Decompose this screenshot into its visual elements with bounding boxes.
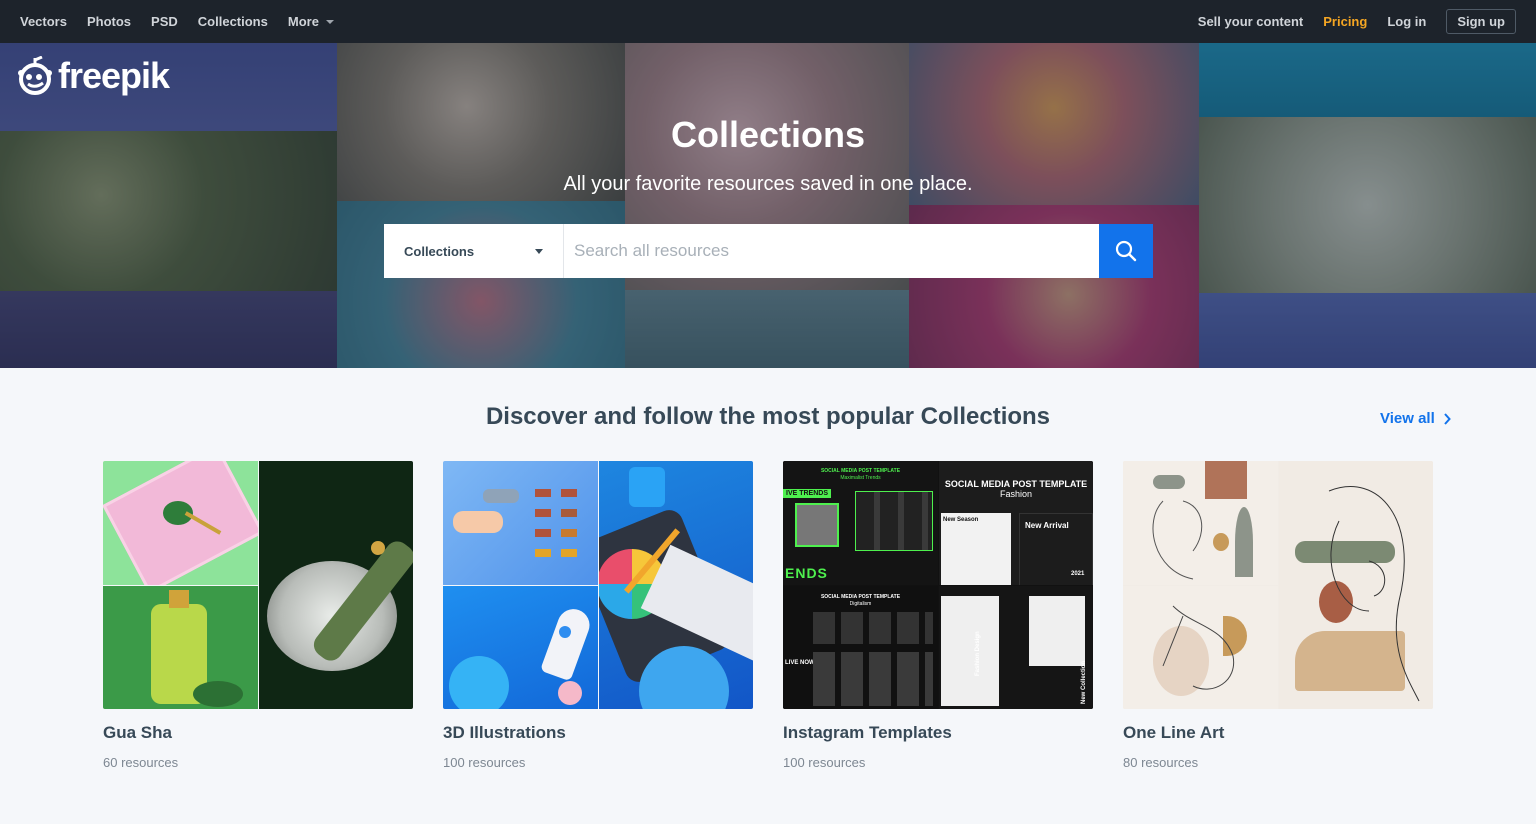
template-label: New Collection (1081, 660, 1087, 704)
search-bar: Collections (384, 224, 1153, 278)
logo-wordmark: freepik (58, 55, 170, 96)
thumbnail-image (103, 461, 258, 585)
collection-count: 100 resources (783, 755, 866, 770)
thumbnail-image: SOCIAL MEDIA POST TEMPLATE Maximalist Tr… (783, 461, 938, 585)
line-art-drawing (1162, 605, 1235, 690)
thumbnail-image (599, 461, 753, 709)
collection-card-instagram-templates[interactable]: SOCIAL MEDIA POST TEMPLATE Maximalist Tr… (783, 461, 1093, 770)
collection-name: 3D Illustrations (443, 723, 566, 742)
hero-banner: freepik Collections All your favorite re… (0, 43, 1536, 368)
thumbnail-image (443, 586, 598, 709)
section-title: Discover and follow the most popular Col… (485, 403, 1051, 430)
nav-photos[interactable]: Photos (87, 14, 131, 29)
template-label: New Season (943, 517, 979, 523)
collection-name: Gua Sha (103, 723, 172, 742)
template-photo (813, 652, 933, 706)
collection-count: 100 resources (443, 755, 526, 770)
collections-list: Gua Sha 60 resources 3D Illustrations 10… (103, 461, 1433, 770)
template-title: SOCIAL MEDIA POST TEMPLATE (820, 468, 901, 474)
collection-card-gua-sha[interactable]: Gua Sha 60 resources (103, 461, 413, 770)
template-tag: IVE TRENDS (783, 489, 832, 498)
collection-thumbnail (103, 461, 413, 709)
view-all-link[interactable]: View all (1380, 410, 1451, 427)
collection-thumbnail (443, 461, 753, 709)
nav-more[interactable]: More (288, 14, 334, 29)
caret-down-icon (325, 20, 334, 24)
page-title: Collections (670, 114, 866, 155)
search-icon (1115, 240, 1137, 262)
template-subtitle: Digitalism (849, 601, 872, 607)
thumbnail-image: Fashion Design New Collection (939, 586, 1093, 709)
search-button[interactable] (1099, 224, 1153, 278)
template-title: SOCIAL MEDIA POST TEMPLATE (944, 479, 1088, 489)
nav-psd[interactable]: PSD (151, 14, 178, 29)
thumbnail-image (103, 586, 258, 709)
collection-thumbnail (1123, 461, 1433, 709)
thumbnail-image: SOCIAL MEDIA POST TEMPLATE Fashion New S… (939, 461, 1093, 585)
view-all-label: View all (1380, 410, 1435, 427)
line-art-drawing (1152, 500, 1203, 580)
thumbnail-image: SOCIAL MEDIA POST TEMPLATE Digitalism LI… (783, 586, 938, 709)
collection-card-one-line-art[interactable]: One Line Art 80 resources (1123, 461, 1433, 770)
collection-count: 60 resources (103, 755, 179, 770)
collection-name: One Line Art (1123, 723, 1225, 742)
template-photo (855, 491, 933, 551)
collection-card-3d-illustrations[interactable]: 3D Illustrations 100 resources (443, 461, 753, 770)
page-subtitle: All your favorite resources saved in one… (563, 173, 973, 195)
template-photo (813, 612, 933, 644)
nav-vectors[interactable]: Vectors (20, 14, 67, 29)
search-input[interactable] (564, 224, 1099, 278)
search-category-label: Collections (404, 243, 475, 259)
template-label: Fashion Design (975, 631, 981, 676)
template-photo (941, 513, 1011, 585)
template-label: LIVE NOW (785, 660, 815, 666)
template-title: SOCIAL MEDIA POST TEMPLATE (820, 594, 901, 600)
template-subtitle: Maximalist Trends (840, 475, 881, 481)
template-photo (1029, 596, 1085, 666)
sell-content-link[interactable]: Sell your content (1198, 14, 1303, 29)
pricing-link[interactable]: Pricing (1323, 14, 1367, 29)
template-big-text: ENDS (785, 565, 828, 581)
caret-down-icon (535, 248, 543, 254)
thumbnail-image (259, 461, 413, 709)
hero-overlay (0, 43, 1536, 368)
search-category-dropdown[interactable]: Collections (384, 224, 564, 278)
nav-right: Sell your content Pricing Log in Sign up (1178, 9, 1516, 34)
signup-button[interactable]: Sign up (1446, 9, 1516, 34)
thumbnail-image (1123, 586, 1278, 709)
thumbnail-image (1123, 461, 1278, 585)
freepik-logo-icon (18, 56, 52, 95)
collection-thumbnail: SOCIAL MEDIA POST TEMPLATE Maximalist Tr… (783, 461, 1093, 709)
nav-more-label: More (287, 14, 319, 29)
freepik-logo[interactable]: freepik (16, 55, 170, 97)
template-photo (795, 503, 839, 547)
thumbnail-image (1279, 461, 1433, 709)
chevron-right-icon (1444, 412, 1451, 425)
template-photo (941, 596, 999, 706)
login-link[interactable]: Log in (1387, 14, 1426, 29)
collection-name: Instagram Templates (783, 723, 952, 742)
line-art-drawing (1328, 486, 1420, 702)
thumbnail-image (443, 461, 598, 585)
template-subtitle: Fashion (999, 489, 1033, 499)
top-navbar: Vectors Photos PSD Collections More Sell… (0, 0, 1536, 43)
nav-collections[interactable]: Collections (198, 14, 268, 29)
nav-left: Vectors Photos PSD Collections More (20, 14, 354, 29)
collection-count: 80 resources (1123, 755, 1199, 770)
template-year: 2021 (1071, 571, 1085, 577)
